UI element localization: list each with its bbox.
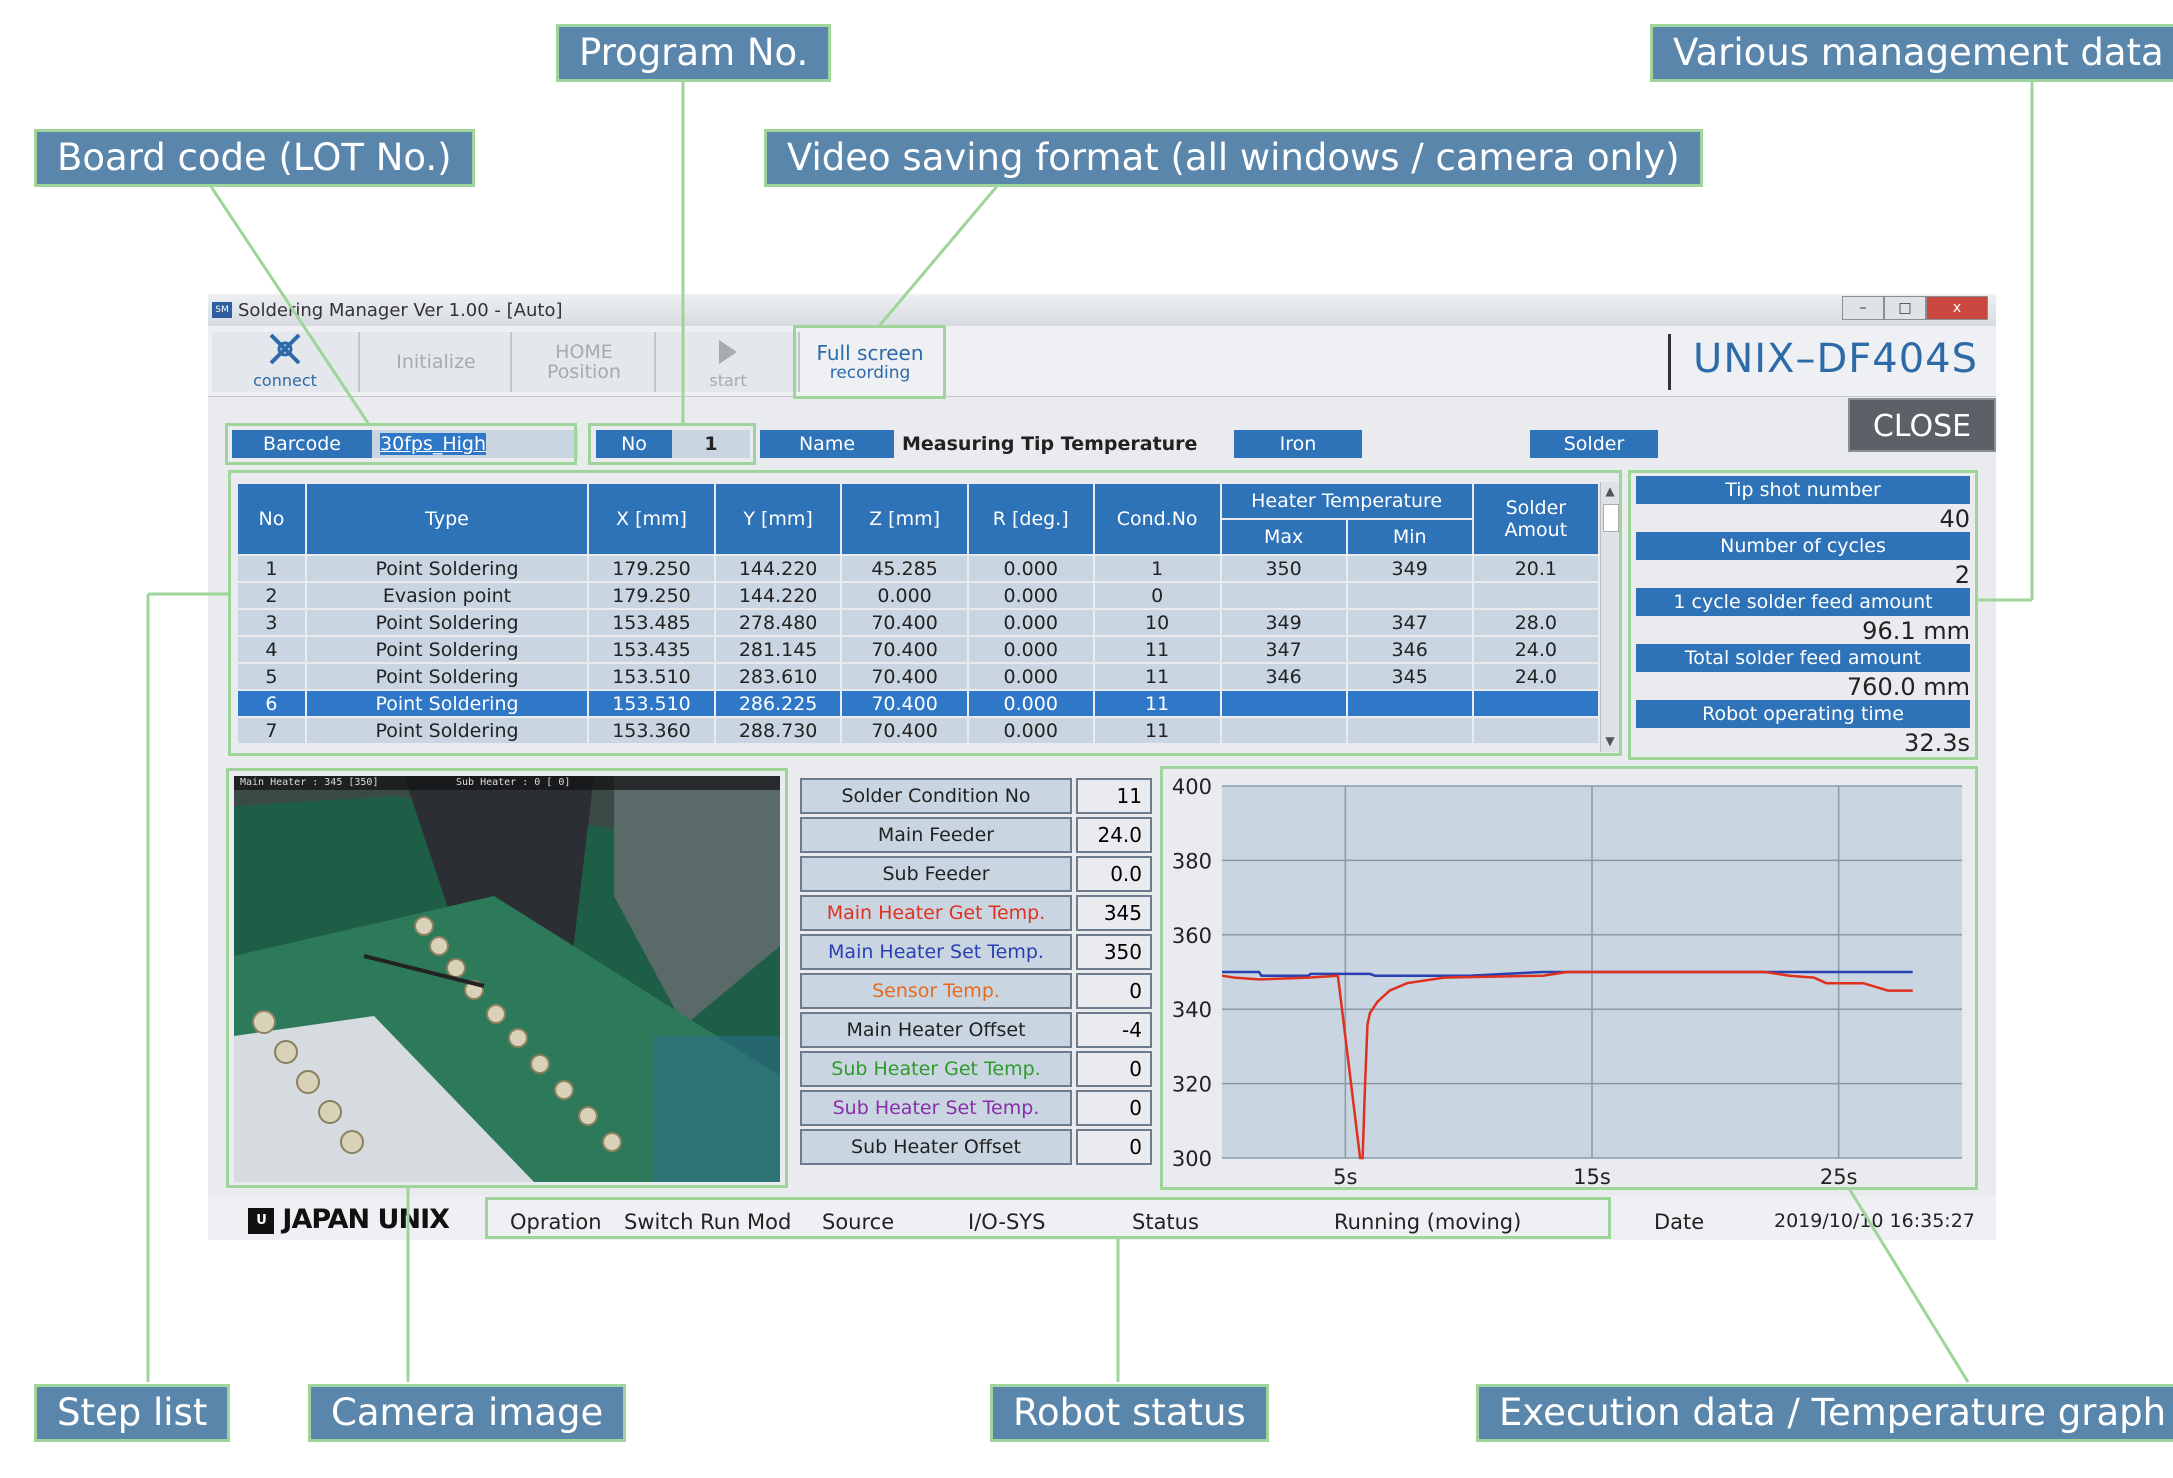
condition-label: Main Heater Offset xyxy=(800,1012,1072,1048)
date-label: Date xyxy=(1654,1210,1705,1234)
highlight-graph xyxy=(1160,766,1978,1190)
condition-value: 11 xyxy=(1076,778,1152,814)
connect-label: connect xyxy=(253,371,317,390)
highlight-barcode xyxy=(225,423,577,465)
maximize-icon[interactable]: □ xyxy=(1884,296,1926,320)
callout-robot-status: Robot status xyxy=(990,1384,1269,1442)
condition-label: Sensor Temp. xyxy=(800,973,1072,1009)
callout-camera-image: Camera image xyxy=(308,1384,627,1442)
close-button[interactable]: CLOSE xyxy=(1848,398,1996,452)
condition-label: Sub Heater Offset xyxy=(800,1129,1072,1165)
play-icon xyxy=(719,340,737,364)
logo-icon: U xyxy=(248,1207,274,1234)
start-label: start xyxy=(709,371,747,390)
highlight-management xyxy=(1628,470,1978,760)
condition-value: 0 xyxy=(1076,973,1152,1009)
condition-value: -4 xyxy=(1076,1012,1152,1048)
home-position-button[interactable]: HOME Position xyxy=(510,332,656,392)
condition-label: Main Heater Get Temp. xyxy=(800,895,1072,931)
japan-unix-logo: U JAPAN UNIX xyxy=(248,1204,450,1235)
start-button[interactable]: start xyxy=(654,332,800,392)
highlight-camera xyxy=(226,768,788,1188)
condition-label: Main Feeder xyxy=(800,817,1072,853)
condition-value: 345 xyxy=(1076,895,1152,931)
name-value: Measuring Tip Temperature xyxy=(894,430,1232,458)
callout-execution-data: Execution data / Temperature graph xyxy=(1476,1384,2173,1442)
title-bar: SM Soldering Manager Ver 1.00 - [Auto] –… xyxy=(208,294,1996,326)
highlight-robot-status xyxy=(485,1197,1611,1239)
logo-text: JAPAN UNIX xyxy=(282,1204,450,1235)
condition-value: 0.0 xyxy=(1076,856,1152,892)
connect-icon xyxy=(269,333,301,365)
iron-label: Iron xyxy=(1234,430,1362,458)
app-icon: SM xyxy=(212,302,232,318)
condition-value: 24.0 xyxy=(1076,817,1152,853)
callout-step-list: Step list xyxy=(34,1384,231,1442)
connect-button[interactable]: connect xyxy=(212,332,358,392)
date-value: 2019/10/10 16:35:27 xyxy=(1774,1210,1975,1232)
home-label-1: HOME xyxy=(555,341,613,363)
condition-label: Solder Condition No xyxy=(800,778,1072,814)
window-title: Soldering Manager Ver 1.00 - [Auto] xyxy=(238,300,563,321)
model-divider xyxy=(1668,334,1671,390)
highlight-program-no xyxy=(588,423,756,465)
condition-label: Sub Feeder xyxy=(800,856,1072,892)
home-label-2: Position xyxy=(547,361,621,383)
callout-board-code: Board code (LOT No.) xyxy=(34,129,475,187)
toolbar: connect Initialize HOME Position start F… xyxy=(208,326,1996,397)
name-label: Name xyxy=(760,430,894,458)
initialize-label: Initialize xyxy=(396,351,476,373)
condition-label: Sub Heater Set Temp. xyxy=(800,1090,1072,1126)
callout-video-format: Video saving format (all windows / camer… xyxy=(764,129,1703,187)
condition-value: 350 xyxy=(1076,934,1152,970)
condition-label: Sub Heater Get Temp. xyxy=(800,1051,1072,1087)
callout-program-no: Program No. xyxy=(556,24,832,82)
highlight-full-screen xyxy=(793,325,946,399)
model-name: UNIX–DF404S xyxy=(1693,336,1978,382)
highlight-step-list xyxy=(228,470,1622,756)
condition-value: 0 xyxy=(1076,1090,1152,1126)
condition-value: 0 xyxy=(1076,1129,1152,1165)
initialize-button[interactable]: Initialize xyxy=(358,332,512,392)
close-icon[interactable]: x xyxy=(1926,296,1988,320)
condition-value: 0 xyxy=(1076,1051,1152,1087)
solder-label: Solder xyxy=(1530,430,1658,458)
callout-management: Various management data xyxy=(1650,24,2173,82)
minimize-icon[interactable]: – xyxy=(1842,296,1884,320)
condition-label: Main Heater Set Temp. xyxy=(800,934,1072,970)
